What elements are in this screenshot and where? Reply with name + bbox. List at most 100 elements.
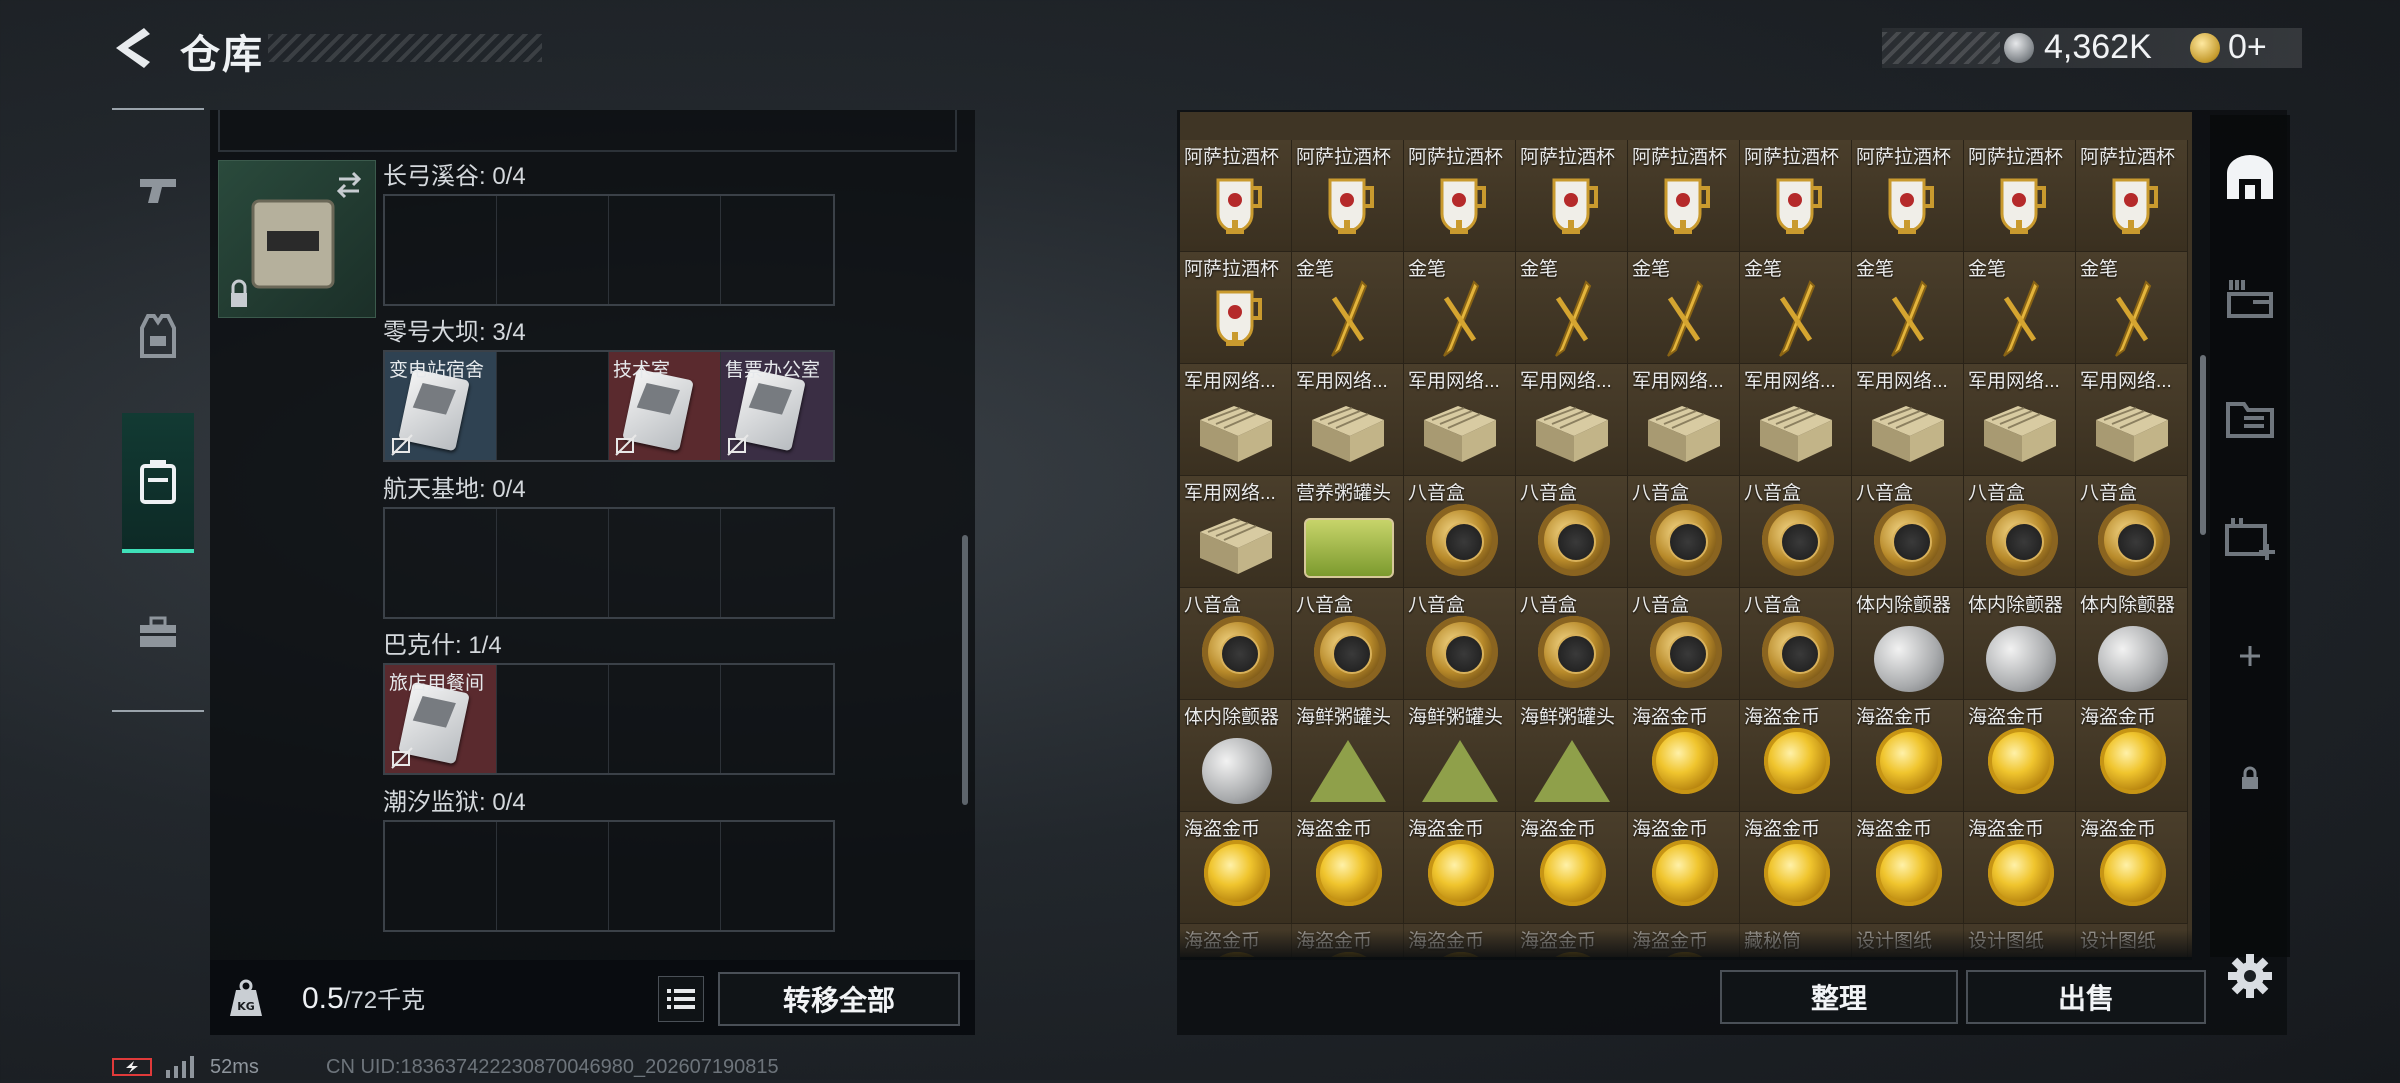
item-cell[interactable]: 阿萨拉酒杯 <box>1516 140 1628 252</box>
tab-add-storage[interactable] <box>2218 506 2282 570</box>
item-cell[interactable]: 海盗金币 <box>2076 700 2188 812</box>
keycard-slot-empty[interactable] <box>497 196 609 304</box>
item-cell[interactable]: 海盗金币 <box>1628 700 1740 812</box>
tab-toolbox[interactable] <box>122 584 194 680</box>
item-cell[interactable]: 金笔 <box>1516 252 1628 364</box>
item-cell[interactable]: 海盗金币 <box>2076 812 2188 924</box>
item-cell[interactable]: 海盗金币 <box>1964 700 2076 812</box>
item-cell[interactable]: 营养粥罐头 <box>1292 476 1404 588</box>
keycard-slot-empty[interactable] <box>609 665 721 773</box>
keycard-slot-filled[interactable]: 售票办公室 <box>721 352 833 460</box>
keycard-slot-empty[interactable] <box>609 822 721 930</box>
keycard-slot-filled[interactable]: 技术室 <box>609 352 721 460</box>
item-cell[interactable]: 阿萨拉酒杯 <box>1740 140 1852 252</box>
item-cell[interactable]: 军用网络... <box>1964 364 2076 476</box>
item-cell[interactable]: 海盗金币 <box>1964 812 2076 924</box>
keycard-slot-empty[interactable] <box>721 196 833 304</box>
keycard-slot-empty[interactable] <box>609 509 721 617</box>
item-cell[interactable]: 体内除颤器 <box>1180 700 1292 812</box>
item-cell[interactable]: 八音盒 <box>1516 476 1628 588</box>
item-cell[interactable]: 八音盒 <box>1740 588 1852 700</box>
item-cell[interactable]: 金笔 <box>1404 252 1516 364</box>
item-cell[interactable]: 八音盒 <box>1628 476 1740 588</box>
item-cell[interactable]: 海盗金币 <box>1852 700 1964 812</box>
item-cell[interactable]: 海鲜粥罐头 <box>1516 700 1628 812</box>
item-cell[interactable]: 金笔 <box>1292 252 1404 364</box>
item-cell[interactable]: 海鲜粥罐头 <box>1404 700 1516 812</box>
back-button[interactable] <box>112 26 152 70</box>
keycard-slot-empty[interactable] <box>497 352 609 460</box>
item-cell[interactable]: 军用网络... <box>1292 364 1404 476</box>
item-cell[interactable]: 军用网络... <box>1516 364 1628 476</box>
item-cell[interactable]: 海鲜粥罐头 <box>1292 700 1404 812</box>
tab-equipment[interactable] <box>122 288 194 384</box>
expand-storage-button[interactable] <box>2218 624 2282 688</box>
tab-folder-storage[interactable] <box>2218 386 2282 450</box>
item-cell[interactable]: 八音盒 <box>1964 476 2076 588</box>
sort-button[interactable]: 整理 <box>1720 970 1958 1024</box>
item-cell[interactable]: 八音盒 <box>1404 476 1516 588</box>
item-cell[interactable]: 海盗金币 <box>1740 812 1852 924</box>
keycard-slot-empty[interactable] <box>385 509 497 617</box>
list-view-button[interactable] <box>658 976 704 1022</box>
item-cell[interactable]: 阿萨拉酒杯 <box>1404 140 1516 252</box>
item-cell[interactable]: 军用网络... <box>2076 364 2188 476</box>
item-cell[interactable]: 军用网络... <box>1740 364 1852 476</box>
item-cell[interactable]: 八音盒 <box>1628 588 1740 700</box>
lock-storage-button[interactable] <box>2218 746 2282 810</box>
tab-warehouse-home[interactable] <box>2218 146 2282 210</box>
item-cell[interactable]: 金笔 <box>1964 252 2076 364</box>
item-cell[interactable]: 八音盒 <box>1404 588 1516 700</box>
item-cell[interactable]: 阿萨拉酒杯 <box>1292 140 1404 252</box>
keycard-case-thumbnail[interactable] <box>218 160 376 318</box>
item-cell[interactable]: 海盗金币 <box>1404 812 1516 924</box>
item-cell[interactable]: 军用网络... <box>1404 364 1516 476</box>
keycard-slot-empty[interactable] <box>497 665 609 773</box>
keycard-slot-empty[interactable] <box>721 509 833 617</box>
item-cell[interactable]: 体内除颤器 <box>1964 588 2076 700</box>
item-cell[interactable]: 体内除颤器 <box>2076 588 2188 700</box>
item-cell[interactable]: 八音盒 <box>1180 588 1292 700</box>
item-cell[interactable]: 海盗金币 <box>1852 812 1964 924</box>
currency-gold-value[interactable]: 0+ <box>2228 28 2267 67</box>
item-cell[interactable]: 军用网络... <box>1180 364 1292 476</box>
item-cell[interactable]: 八音盒 <box>2076 476 2188 588</box>
keycard-slot-filled[interactable]: 变电站宿舍 <box>385 352 497 460</box>
left-scrollbar[interactable] <box>962 535 968 805</box>
item-cell[interactable]: 军用网络... <box>1628 364 1740 476</box>
item-cell[interactable]: 金笔 <box>1852 252 1964 364</box>
item-cell[interactable]: 体内除颤器 <box>1852 588 1964 700</box>
item-cell[interactable]: 海盗金币 <box>1628 812 1740 924</box>
item-cell[interactable]: 八音盒 <box>1852 476 1964 588</box>
item-cell[interactable]: 海盗金币 <box>1740 700 1852 812</box>
keycard-slot-empty[interactable] <box>721 665 833 773</box>
item-cell[interactable]: 八音盒 <box>1740 476 1852 588</box>
keycard-slot-empty[interactable] <box>497 822 609 930</box>
item-cell[interactable]: 阿萨拉酒杯 <box>2076 140 2188 252</box>
tab-keycards[interactable] <box>122 413 194 553</box>
item-cell[interactable]: 阿萨拉酒杯 <box>1964 140 2076 252</box>
settings-button[interactable] <box>2226 952 2274 1000</box>
item-cell[interactable]: 八音盒 <box>1516 588 1628 700</box>
item-cell[interactable]: 阿萨拉酒杯 <box>1180 252 1292 364</box>
item-cell[interactable]: 军用网络... <box>1852 364 1964 476</box>
item-cell[interactable]: 阿萨拉酒杯 <box>1852 140 1964 252</box>
tab-weapon-storage[interactable] <box>2218 266 2282 330</box>
item-cell[interactable]: 军用网络... <box>1180 476 1292 588</box>
keycard-slot-empty[interactable] <box>497 509 609 617</box>
item-cell[interactable]: 阿萨拉酒杯 <box>1180 140 1292 252</box>
sell-button[interactable]: 出售 <box>1966 970 2206 1024</box>
item-cell[interactable]: 阿萨拉酒杯 <box>1628 140 1740 252</box>
keycard-slot-empty[interactable] <box>721 822 833 930</box>
keycard-slot-filled[interactable]: 旅店用餐间 <box>385 665 497 773</box>
transfer-all-button[interactable]: 转移全部 <box>718 972 960 1026</box>
keycard-slot-empty[interactable] <box>385 196 497 304</box>
keycard-slot-empty[interactable] <box>609 196 721 304</box>
tab-weapons[interactable] <box>122 142 194 238</box>
item-cell[interactable]: 金笔 <box>1628 252 1740 364</box>
item-cell[interactable]: 金笔 <box>2076 252 2188 364</box>
item-cell[interactable]: 海盗金币 <box>1516 812 1628 924</box>
keycard-slot-empty[interactable] <box>385 822 497 930</box>
item-cell[interactable]: 海盗金币 <box>1292 812 1404 924</box>
item-cell[interactable]: 海盗金币 <box>1180 812 1292 924</box>
